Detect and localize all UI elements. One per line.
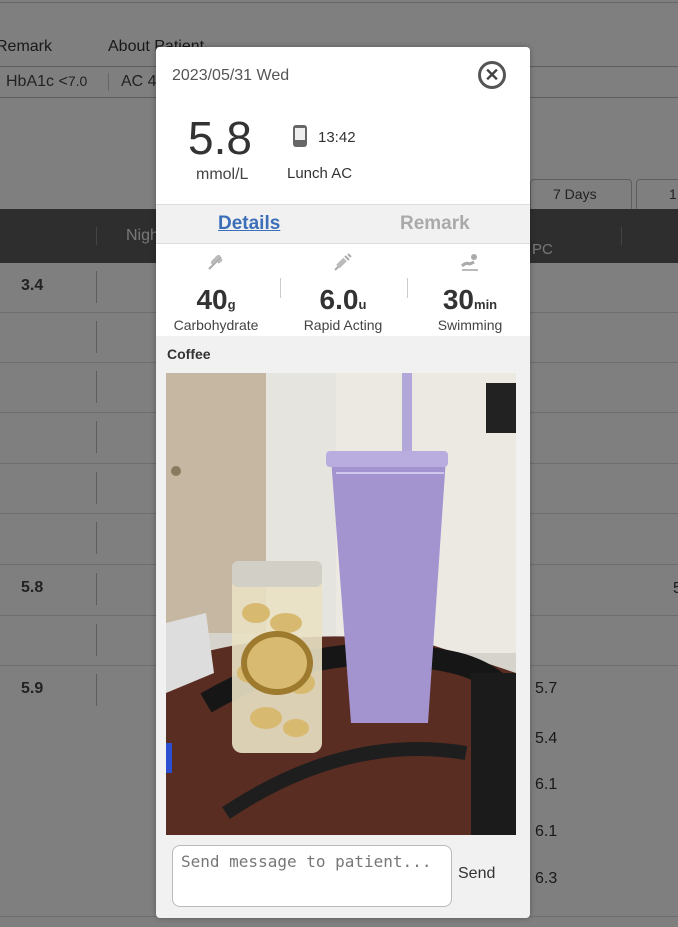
tab-remark[interactable]: Remark — [400, 213, 470, 235]
divider — [280, 278, 281, 298]
syringe-icon — [334, 253, 352, 271]
food-note: Coffee — [167, 346, 211, 362]
insulin-label: Rapid Acting — [303, 317, 383, 333]
send-button[interactable]: Send — [458, 865, 495, 883]
meal-photo[interactable] — [166, 373, 516, 835]
stats-panel: 40g Carbohydrate 6.0u Rapid Acting 30min… — [156, 244, 530, 336]
glucose-unit: mmol/L — [196, 166, 249, 183]
record-detail-modal: 2023/05/31 Wed ✕ 5.8 mmol/L 13:42 Lunch … — [156, 47, 530, 918]
record-date: 2023/05/31 Wed — [172, 67, 290, 84]
insulin-value: 6.0u — [319, 284, 367, 315]
carb-label: Carbohydrate — [173, 317, 259, 333]
swimming-icon — [460, 254, 478, 271]
meal-tag: Lunch AC — [287, 165, 353, 182]
modal-tabs: Details Remark — [156, 204, 530, 244]
carb-value: 40g — [196, 284, 236, 315]
phone-icon — [293, 125, 307, 147]
wheat-icon — [208, 254, 223, 270]
message-input[interactable] — [172, 845, 452, 907]
divider — [407, 278, 408, 298]
exercise-label: Swimming — [437, 317, 503, 333]
glucose-value: 5.8 — [188, 112, 252, 164]
exercise-value: 30min — [442, 284, 498, 315]
close-icon[interactable]: ✕ — [478, 61, 506, 89]
record-time: 13:42 — [318, 129, 356, 146]
modal-header: 2023/05/31 Wed ✕ 5.8 mmol/L 13:42 Lunch … — [156, 47, 530, 204]
tab-details[interactable]: Details — [218, 213, 280, 235]
